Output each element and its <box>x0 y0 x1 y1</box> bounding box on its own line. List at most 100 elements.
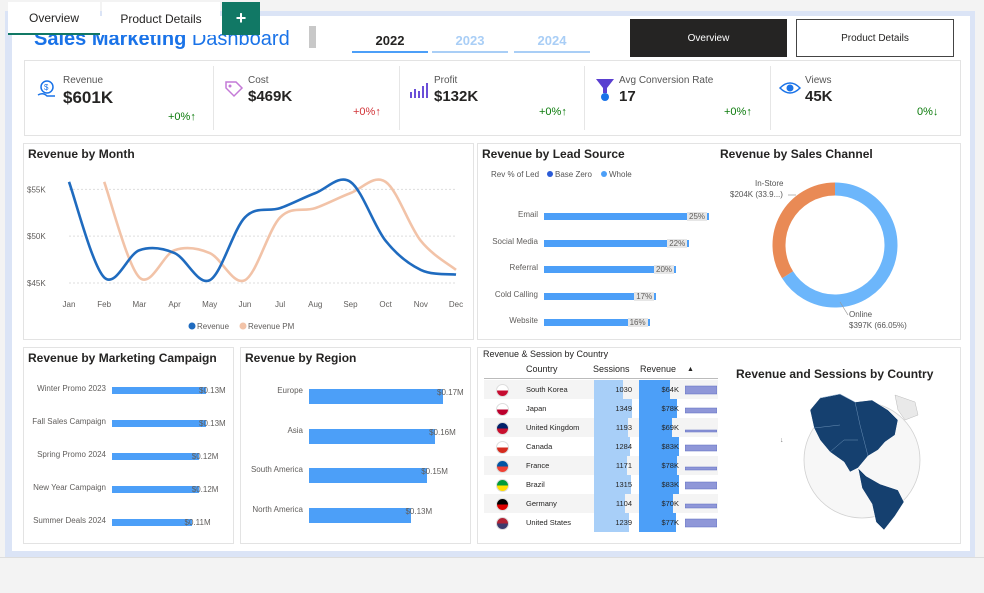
bar[interactable] <box>544 213 709 220</box>
bar-category-label: New Year Campaign <box>33 483 106 492</box>
x-tick-label: Mar <box>132 300 146 309</box>
instore-value: $204K (33.9...) <box>730 190 783 199</box>
bar-category-label: Europe <box>277 386 303 395</box>
globe-map[interactable] <box>800 380 925 540</box>
kpi-profit-value: $132K <box>434 88 479 105</box>
south-korea-flag <box>496 384 509 397</box>
add-page-button[interactable]: + <box>222 2 260 35</box>
year-2023-button[interactable]: 2023 <box>432 33 508 53</box>
legend-base-zero: Base Zero <box>547 170 592 179</box>
map-arrow-icon: ↓ <box>780 437 784 444</box>
overview-nav-button[interactable]: Overview <box>630 19 787 57</box>
revenue-by-month-title: Revenue by Month <box>28 147 135 161</box>
brazil-flag <box>496 479 509 492</box>
bar-value-label: 22% <box>667 238 688 248</box>
country-name: Germany <box>526 499 557 508</box>
bar-category-label: Referral <box>509 263 538 272</box>
bar-value-label: 17% <box>634 291 655 301</box>
x-tick-label: Jan <box>63 300 76 309</box>
x-tick-label: Feb <box>97 300 111 309</box>
bar[interactable] <box>112 453 199 460</box>
revenue-value: $78K <box>661 461 679 470</box>
sparkline <box>685 407 717 414</box>
bar-category-label: Summer Deals 2024 <box>33 516 106 525</box>
sort-indicator-icon[interactable]: ▲ <box>687 366 694 373</box>
year-2024-button[interactable]: 2024 <box>514 33 590 53</box>
bar[interactable] <box>309 389 443 404</box>
donut-slice-in-store[interactable] <box>772 182 836 279</box>
year-2022-button[interactable]: 2022 <box>352 33 428 53</box>
sessions-value: 1193 <box>615 423 632 432</box>
sparkline-area <box>685 444 717 452</box>
bar-category-label: Spring Promo 2024 <box>37 450 106 459</box>
tab-product-details[interactable]: Product Details <box>102 2 220 35</box>
sessions-value: 1104 <box>615 499 632 508</box>
cost-icon <box>225 81 244 98</box>
bar[interactable] <box>112 420 206 427</box>
kpi-revenue-label: Revenue <box>63 75 104 86</box>
kpi-conversion-change: +0%↑ <box>724 106 752 118</box>
bar-category-label: South America <box>250 465 303 474</box>
lead-source-legend-label: Rev % of Led <box>491 170 540 179</box>
bar-value-label: $0.15M <box>421 467 448 476</box>
sparkline-area <box>685 429 717 433</box>
sparkline-area <box>685 466 717 471</box>
svg-text:$: $ <box>44 83 49 92</box>
table-row[interactable]: South Korea 1030 $64K <box>484 380 718 399</box>
bar-category-label: Asia <box>287 425 303 435</box>
col-sessions[interactable]: Sessions <box>593 364 630 374</box>
bar[interactable] <box>309 507 412 523</box>
x-tick-label: May <box>202 300 217 309</box>
sparkline <box>685 444 717 452</box>
bar-value-label: $0.11M <box>184 518 211 527</box>
bar-value-label: $0.12M <box>191 452 219 461</box>
table-row[interactable]: United States 1239 $77K <box>484 513 718 532</box>
country-name: United Kingdom <box>526 423 580 432</box>
bar-value-label: $0.13M <box>199 419 226 428</box>
col-country[interactable]: Country <box>526 364 558 374</box>
france-flag <box>496 460 509 473</box>
profit-chart-icon <box>410 83 428 98</box>
country-name: Japan <box>526 404 547 413</box>
bar-value-label: 20% <box>654 265 675 274</box>
legend-label: Revenue <box>197 322 230 331</box>
series-line-revenue[interactable] <box>67 178 457 283</box>
table-row[interactable]: France 1171 $78K <box>484 456 718 475</box>
bar-category-label: Winter Promo 2023 <box>37 384 106 393</box>
kpi-cost-value: $469K <box>248 88 293 105</box>
bar[interactable] <box>309 468 428 483</box>
tab-overview[interactable]: Overview <box>8 2 100 35</box>
country-table-title: Revenue & Session by Country <box>483 349 609 359</box>
bar[interactable] <box>112 486 199 493</box>
col-revenue[interactable]: Revenue <box>640 364 676 374</box>
legend-whole: Whole <box>601 170 632 179</box>
campaign-card <box>23 347 234 544</box>
kpi-views-change: 0%↓ <box>917 106 939 118</box>
x-tick-label: Dec <box>449 300 463 309</box>
country-name: United States <box>526 518 572 527</box>
country-name: France <box>526 461 550 470</box>
table-row[interactable]: Brazil 1315 $83K <box>484 475 718 494</box>
table-row[interactable]: United Kingdom 1193 $69K <box>484 418 718 437</box>
sparkline <box>685 429 717 433</box>
y-tick-label: $50K <box>27 232 46 241</box>
bar-category-label: Email <box>517 210 538 219</box>
table-row[interactable]: Canada 1284 $83K <box>484 437 718 456</box>
table-row[interactable]: Germany 1104 $70K <box>484 494 718 513</box>
revenue-value: $83K <box>661 442 679 451</box>
canada-flag <box>496 441 509 454</box>
product-details-nav-button[interactable]: Product Details <box>796 19 954 57</box>
kpi-cost-label: Cost <box>248 75 269 86</box>
bar-category-label: Cold Calling <box>494 289 538 299</box>
bar-value-label: 25% <box>687 212 708 221</box>
sparkline <box>685 481 717 490</box>
bar[interactable] <box>112 519 192 526</box>
legend-label: Revenue PM <box>248 322 295 331</box>
series-line-revenue-pm[interactable] <box>102 178 457 283</box>
revenue-value: $78K <box>661 404 679 413</box>
kpi-profit-change: +0%↑ <box>539 106 567 118</box>
bar[interactable] <box>309 428 436 444</box>
table-row[interactable]: Japan 1349 $78K <box>484 399 718 418</box>
bar[interactable] <box>112 387 206 394</box>
sessions-value: 1349 <box>615 404 632 413</box>
